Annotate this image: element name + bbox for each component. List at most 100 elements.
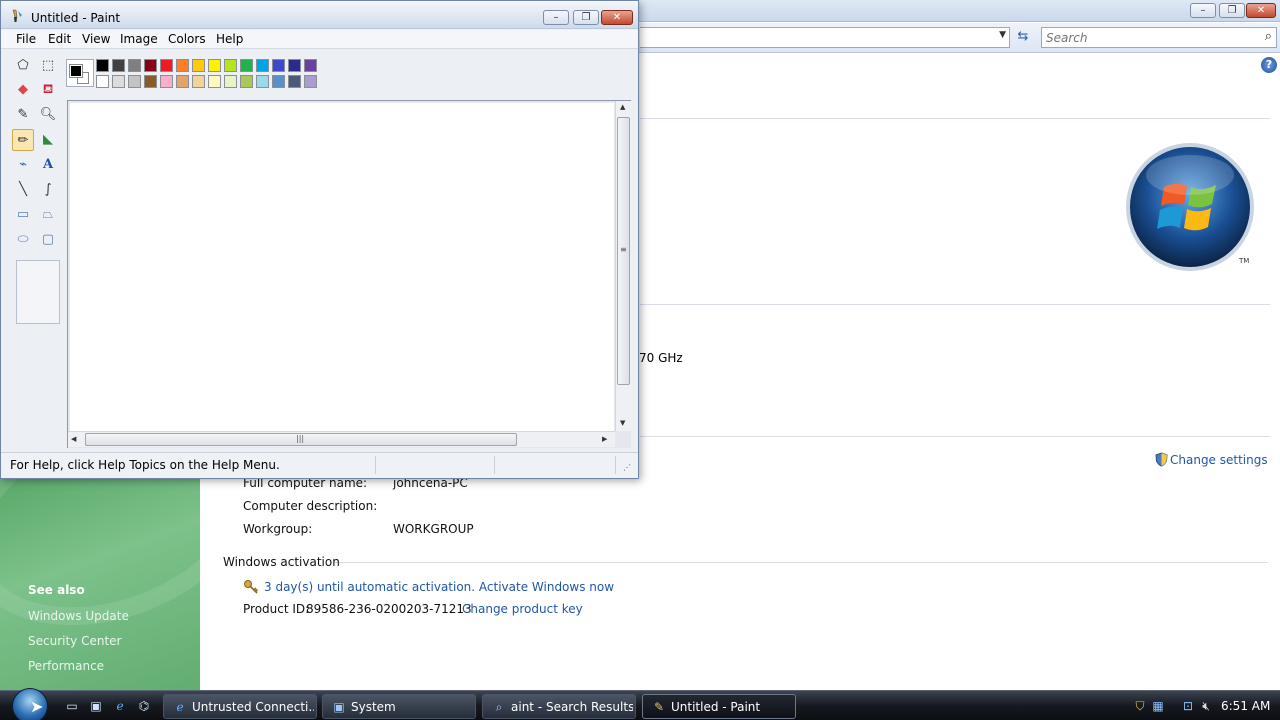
polygon-icon[interactable]: ⏢	[37, 204, 59, 226]
scroll-up-icon[interactable]: ▲	[620, 103, 625, 111]
address-field[interactable]: ▼	[640, 27, 1010, 48]
address-dropdown-icon[interactable]: ▼	[999, 30, 1006, 40]
taskbar-item-system[interactable]: ▣ System	[322, 694, 476, 719]
palette-swatch[interactable]	[144, 75, 157, 88]
palette-swatch[interactable]	[256, 75, 269, 88]
taskbar-item-search-results[interactable]: ⌕ aint - Search Results...	[482, 694, 636, 719]
palette-swatch[interactable]	[192, 75, 205, 88]
free-form-select-icon[interactable]: ⬠	[12, 55, 34, 77]
volume-muted-icon[interactable]: 🔇︎	[1198, 698, 1214, 714]
system-close-button[interactable]: ✕	[1246, 3, 1276, 18]
palette-swatch[interactable]	[192, 59, 205, 72]
security-center-link[interactable]: Security Center	[28, 634, 121, 648]
palette-swatch[interactable]	[128, 75, 141, 88]
line-icon[interactable]: ╲	[12, 179, 34, 201]
activate-windows-link[interactable]: 3 day(s) until automatic activation. Act…	[264, 580, 614, 594]
vertical-scrollbar[interactable]: ▲ ≡ ▼	[615, 101, 631, 431]
palette-swatch[interactable]	[224, 75, 237, 88]
paint-titlebar[interactable]: Untitled - Paint – ❐ ✕	[1, 1, 638, 29]
network-icon[interactable]: ⌬	[136, 698, 152, 714]
paint-close-button[interactable]: ✕	[601, 10, 633, 25]
change-product-key-link[interactable]: Change product key	[462, 602, 583, 616]
divider	[640, 118, 1270, 119]
palette-swatch[interactable]	[224, 59, 237, 72]
internet-explorer-icon[interactable]: ℯ	[112, 698, 128, 714]
eraser-icon[interactable]: ◆	[12, 79, 34, 101]
palette-swatch[interactable]	[208, 75, 221, 88]
menu-help[interactable]: Help	[216, 32, 243, 46]
scroll-right-icon[interactable]: ▶	[602, 435, 607, 443]
paint-title: Untitled - Paint	[31, 11, 121, 25]
windows-update-icon[interactable]: ▦	[1150, 698, 1166, 714]
search-input[interactable]	[1046, 31, 1246, 45]
horizontal-scrollbar[interactable]: ◀ ||| ▶	[68, 431, 615, 447]
palette-swatch[interactable]	[144, 59, 157, 72]
search-icon[interactable]: ⌕	[1265, 29, 1272, 44]
scroll-left-icon[interactable]: ◀	[71, 435, 76, 443]
palette-swatch[interactable]	[160, 59, 173, 72]
help-icon[interactable]: ?	[1261, 57, 1277, 73]
refresh-icon[interactable]: ⇆	[1012, 27, 1034, 48]
switch-windows-icon[interactable]: ▣	[88, 698, 104, 714]
brush-icon[interactable]: ◣	[37, 129, 59, 151]
palette-swatch[interactable]	[128, 59, 141, 72]
pencil-icon[interactable]: ✏︎	[12, 129, 34, 151]
palette-swatch[interactable]	[96, 75, 109, 88]
taskbar-item-paint[interactable]: ✎ Untitled - Paint	[642, 694, 796, 719]
rectangle-icon[interactable]: ▭	[12, 204, 34, 226]
paint-maximize-button[interactable]: ❐	[573, 10, 599, 25]
current-colors[interactable]	[66, 59, 94, 87]
security-shield-icon[interactable]: ⛉	[1132, 698, 1148, 714]
change-settings-link[interactable]: Change settings	[1170, 453, 1268, 467]
show-desktop-icon[interactable]: ▭	[64, 698, 80, 714]
palette-swatch[interactable]	[272, 75, 285, 88]
drawing-canvas[interactable]	[70, 103, 614, 431]
palette-swatch[interactable]	[288, 75, 301, 88]
color-picker-icon[interactable]: ✎	[12, 104, 34, 126]
palette-swatch[interactable]	[304, 75, 317, 88]
palette-swatch[interactable]	[272, 59, 285, 72]
paint-minimize-button[interactable]: –	[543, 10, 569, 25]
performance-link[interactable]: Performance	[28, 659, 104, 673]
fill-bucket-icon[interactable]: ⛾	[37, 79, 59, 101]
palette-swatch[interactable]	[96, 59, 109, 72]
rounded-rectangle-icon[interactable]: ▢	[37, 229, 59, 251]
taskbar-item-untrusted-connection[interactable]: ℯ Untrusted Connecti...	[163, 694, 317, 719]
palette-swatch[interactable]	[112, 75, 125, 88]
palette-swatch[interactable]	[208, 59, 221, 72]
palette-swatch[interactable]	[176, 59, 189, 72]
select-icon[interactable]: ⬚	[37, 55, 59, 77]
tool-options-box[interactable]	[16, 260, 60, 324]
status-bar: For Help, click Help Topics on the Help …	[1, 452, 638, 478]
system-minimize-button[interactable]: –	[1190, 3, 1216, 18]
palette-swatch[interactable]	[240, 59, 253, 72]
airbrush-icon[interactable]: ⌁	[12, 154, 34, 176]
palette-swatch[interactable]	[112, 59, 125, 72]
horizontal-scroll-thumb[interactable]: |||	[85, 433, 517, 446]
network-status-icon[interactable]: ⊡	[1180, 698, 1196, 714]
menu-colors[interactable]: Colors	[168, 32, 206, 46]
foreground-color-swatch[interactable]	[69, 64, 83, 78]
magnifier-icon[interactable]: 🔍︎	[37, 104, 59, 126]
text-icon[interactable]: A	[37, 154, 59, 176]
menu-image[interactable]: Image	[120, 32, 158, 46]
palette-swatch[interactable]	[176, 75, 189, 88]
scroll-down-icon[interactable]: ▼	[620, 419, 625, 427]
palette-swatch[interactable]	[240, 75, 253, 88]
ellipse-icon[interactable]: ⬭	[12, 229, 34, 251]
palette-swatch[interactable]	[256, 59, 269, 72]
palette-swatch[interactable]	[160, 75, 173, 88]
resize-grip-icon[interactable]: ⋰	[623, 463, 631, 472]
clock: 6:51 AM	[1221, 699, 1271, 713]
system-maximize-button[interactable]: ❐	[1219, 3, 1245, 18]
menu-file[interactable]: File	[16, 32, 36, 46]
vertical-scroll-thumb[interactable]: ≡	[617, 117, 630, 385]
search-box[interactable]: ⌕	[1041, 27, 1277, 48]
menu-edit[interactable]: Edit	[48, 32, 71, 46]
windows-update-link[interactable]: Windows Update	[28, 609, 129, 623]
palette-swatch[interactable]	[288, 59, 301, 72]
curve-icon[interactable]: ∫	[37, 179, 59, 201]
menu-view[interactable]: View	[82, 32, 110, 46]
palette-swatch[interactable]	[304, 59, 317, 72]
see-also-pane: See also Windows Update Security Center …	[0, 478, 200, 690]
